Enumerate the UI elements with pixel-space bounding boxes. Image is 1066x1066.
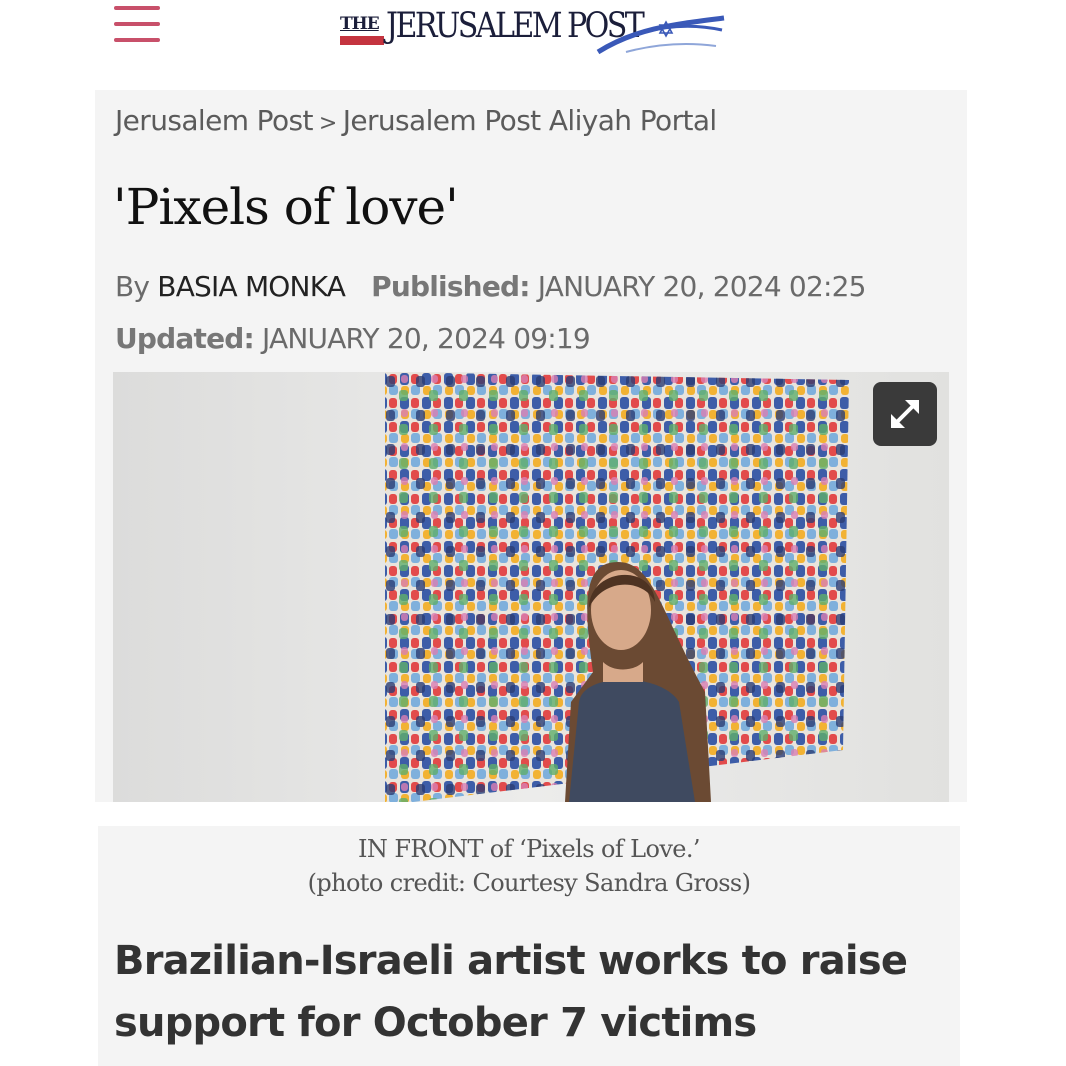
updated-date: JANUARY 20, 2024 09:19 — [262, 322, 591, 355]
by-label: By — [115, 270, 150, 303]
expand-arrows-icon — [891, 400, 919, 428]
site-logo[interactable]: THE JERUSALEM POST — [338, 6, 728, 62]
photo-caption: IN FRONT of ‘Pixels of Love.’ (photo cre… — [98, 832, 960, 900]
hamburger-menu-icon[interactable] — [114, 4, 160, 44]
article-page: THE JERUSALEM POST Jerusalem Post > Jerusa… — [66, 0, 998, 1066]
updated-line: Updated: JANUARY 20, 2024 09:19 — [115, 322, 591, 355]
breadcrumb-link-home[interactable]: Jerusalem Post — [115, 104, 313, 137]
caption-area: IN FRONT of ‘Pixels of Love.’ (photo cre… — [98, 826, 960, 1066]
article-title: 'Pixels of love' — [113, 178, 459, 236]
logo-the-text: THE — [340, 14, 380, 34]
published-label: Published: — [371, 270, 530, 303]
logo-red-bar — [340, 36, 384, 45]
israeli-flag-swoosh-icon — [596, 15, 725, 55]
article-subheadline: Brazilian-Israeli artist works to raise … — [114, 938, 908, 1046]
breadcrumb-separator: > — [318, 111, 337, 136]
article-card: Jerusalem Post > Jerusalem Post Aliyah Por… — [95, 90, 967, 802]
updated-label: Updated: — [115, 322, 255, 355]
breadcrumb-link-aliyah[interactable]: Jerusalem Post Aliyah Portal — [343, 104, 717, 137]
article-photo[interactable] — [113, 372, 949, 802]
author-link[interactable]: BASIA MONKA — [157, 270, 346, 303]
top-bar: THE JERUSALEM POST — [66, 0, 998, 80]
byline: By BASIA MONKA Published: JANUARY 20, 202… — [115, 270, 866, 303]
breadcrumb: Jerusalem Post > Jerusalem Post Aliyah Por… — [115, 104, 717, 137]
expand-image-button[interactable] — [873, 382, 937, 446]
photo-illustration — [113, 372, 949, 802]
caption-text: IN FRONT of ‘Pixels of Love.’ — [358, 835, 700, 863]
photo-credit: (photo credit: Courtesy Sandra Gross) — [307, 869, 751, 897]
published-date: JANUARY 20, 2024 02:25 — [537, 270, 867, 303]
